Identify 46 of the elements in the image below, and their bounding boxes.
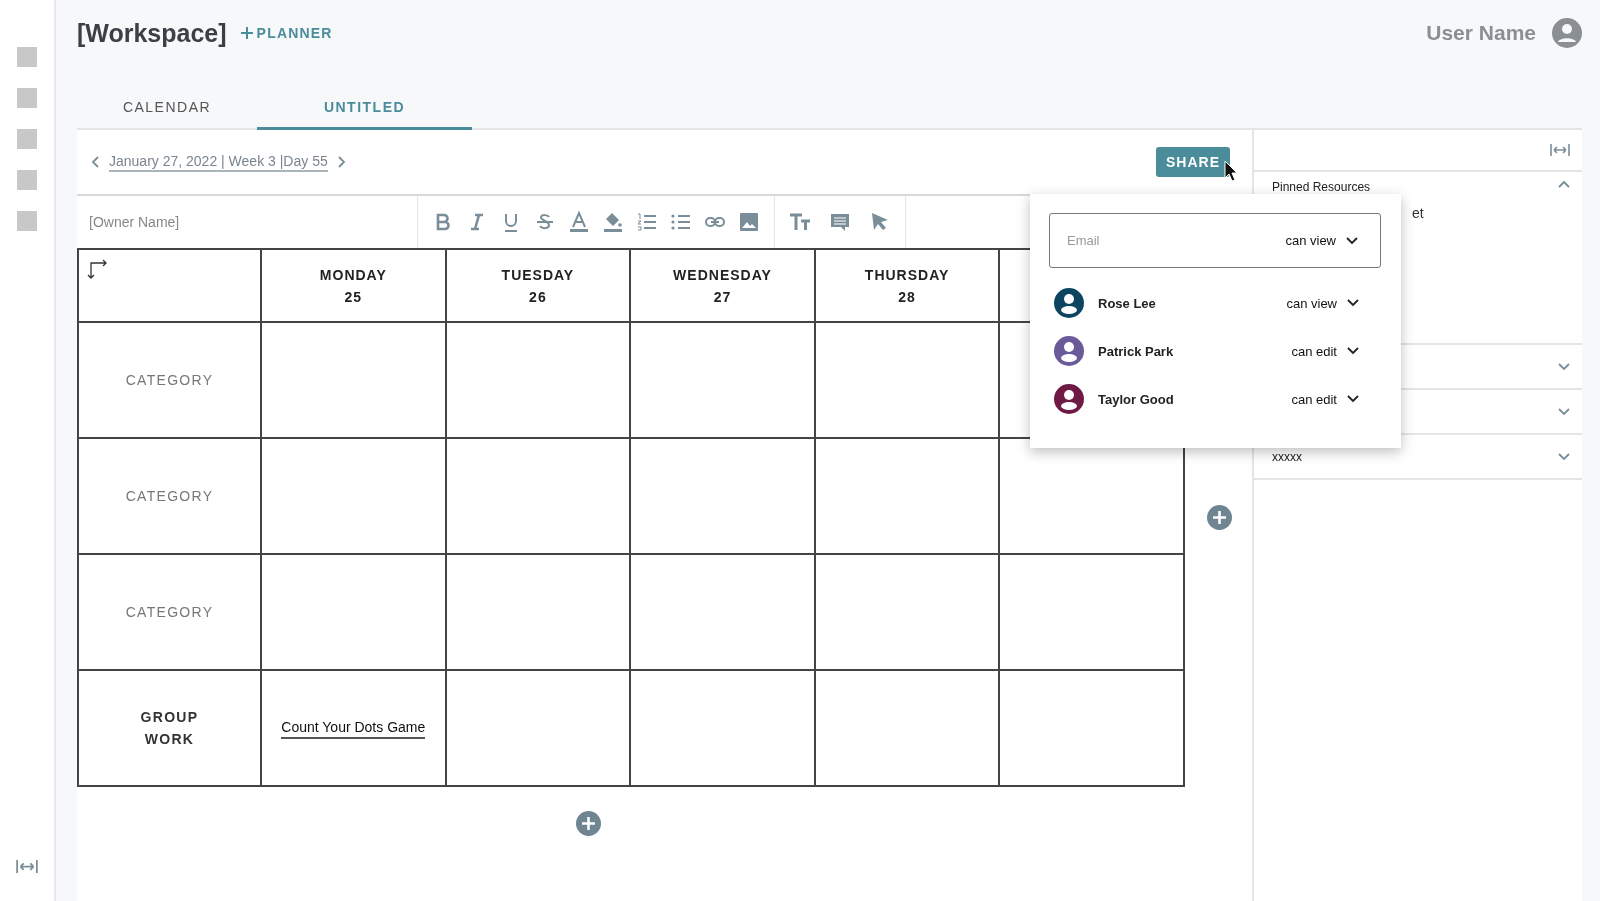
day-header: THURSDAY 28 [864,266,950,305]
day-header: TUESDAY 26 [501,266,575,305]
fill-color-icon[interactable] [602,211,624,233]
row-label: CATEGORY [125,487,214,506]
chevron-icon[interactable] [1347,347,1359,355]
day-header: MONDAY 25 [319,266,387,305]
corner-arrow-icon [87,258,109,280]
workspace-title: [Workspace] [77,18,227,48]
section-title: Pinned Resources [1272,180,1372,194]
next-icon[interactable] [337,156,346,168]
row-label: CATEGORY [125,603,214,622]
person-name: Taylor Good [1098,391,1175,407]
tab[interactable]: CALENDAR [77,86,257,130]
add-icon[interactable] [1207,505,1232,530]
date-selector[interactable]: January 27, 2022 | Week 3 |Day 55 [109,152,328,172]
permission-dropdown[interactable]: can edit [1291,343,1359,359]
collapse-icon[interactable] [1550,144,1570,156]
person-name: Patrick Park [1098,343,1175,359]
numbered-list-icon[interactable] [636,211,658,233]
user-avatar-icon[interactable] [1552,18,1582,48]
text-size-icon[interactable] [789,211,811,233]
permission-dropdown[interactable]: can view [1285,233,1358,248]
row-label: GROUP WORK [139,708,200,749]
add-planner-link[interactable]: PLANNER [240,25,333,41]
comment-icon[interactable] [829,211,851,233]
activity-link[interactable]: Count Your Dots Game [281,718,426,739]
chevron-icon[interactable] [1347,395,1359,403]
person-name: Rose Lee [1098,295,1157,311]
day-header: WEDNESDAY 27 [673,266,772,305]
row-label: CATEGORY [125,371,214,390]
email-field[interactable]: Email can view [1049,213,1381,268]
resource-item[interactable]: et [1412,205,1570,221]
chevron-icon[interactable] [1347,299,1359,307]
permission-dropdown[interactable]: can view [1286,295,1359,311]
mouse-pointer-icon [1224,160,1238,182]
user-name: User Name [1426,21,1536,45]
section-title: xxxxx [1272,449,1303,464]
image-icon[interactable] [738,211,760,233]
chevron-icon[interactable] [1346,236,1358,245]
plus-icon [240,27,253,39]
permission-dropdown[interactable]: can edit [1291,391,1359,407]
share-button[interactable]: SHARE [1156,147,1230,177]
text-color-icon[interactable] [568,211,590,233]
add-icon[interactable] [576,811,601,836]
previous-icon[interactable] [91,156,99,168]
collapse-icon[interactable] [16,859,38,873]
